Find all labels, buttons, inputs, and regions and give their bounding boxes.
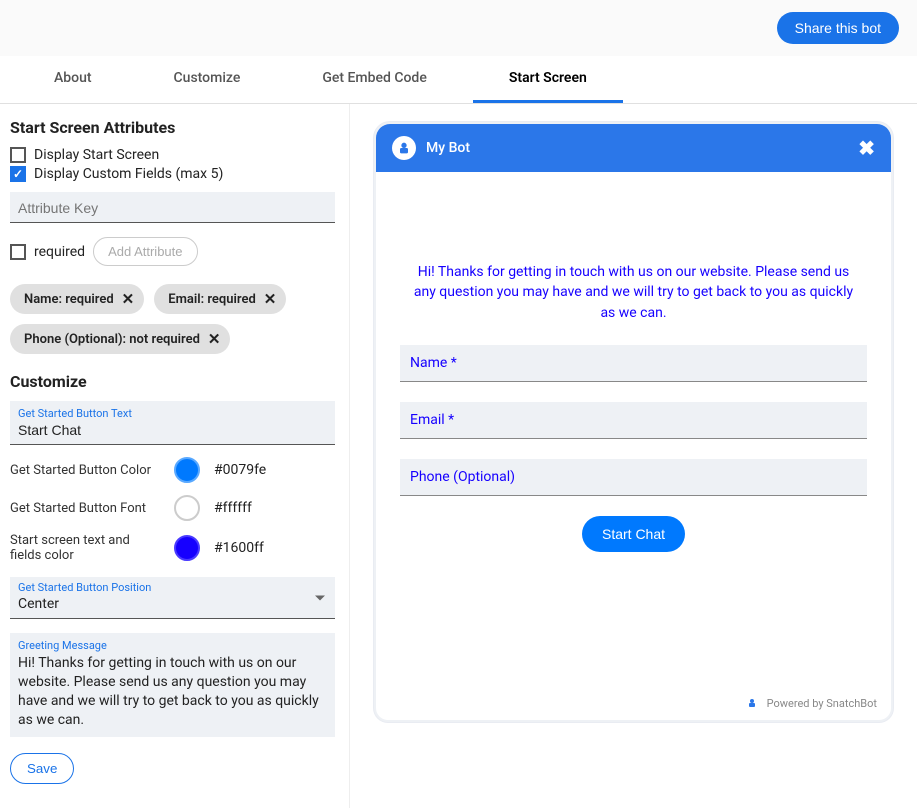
preview-field-phone[interactable]: Phone (Optional)	[400, 459, 867, 496]
button-font-label: Get Started Button Font	[10, 501, 160, 516]
button-text-input[interactable]	[18, 420, 327, 440]
bot-avatar-icon	[392, 136, 416, 160]
chip-phone-text: Phone (Optional): not required	[24, 332, 200, 347]
checkbox-display-custom-fields[interactable]	[10, 166, 26, 182]
preview-field-name[interactable]: Name *	[400, 345, 867, 382]
preview-start-chat-button[interactable]: Start Chat	[582, 516, 685, 552]
section-attributes-title: Start Screen Attributes	[10, 118, 335, 137]
fields-color-value: #1600ff	[214, 540, 264, 556]
chip-email: Email: required ✕	[154, 284, 286, 314]
checkbox-required[interactable]	[10, 244, 26, 260]
share-bot-button[interactable]: Share this bot	[777, 12, 899, 44]
checkbox-required-label: required	[34, 244, 85, 260]
tab-start-screen[interactable]: Start Screen	[473, 56, 623, 103]
chip-email-remove-icon[interactable]: ✕	[264, 290, 277, 308]
section-customize-title: Customize	[10, 372, 335, 391]
fields-color-swatch[interactable]	[174, 535, 200, 561]
greeting-textarea[interactable]: Hi! Thanks for getting in touch with us …	[18, 654, 327, 730]
button-color-label: Get Started Button Color	[10, 463, 160, 478]
chip-email-text: Email: required	[168, 292, 256, 307]
chevron-down-icon	[315, 595, 325, 600]
greeting-label: Greeting Message	[18, 639, 327, 654]
chip-name: Name: required ✕	[10, 284, 144, 314]
preview-greeting: Hi! Thanks for getting in touch with us …	[400, 262, 867, 323]
close-icon[interactable]: ✖	[858, 136, 875, 160]
button-color-swatch[interactable]	[174, 457, 200, 483]
powered-by-text: Powered by SnatchBot	[767, 697, 877, 710]
preview-field-email[interactable]: Email *	[400, 402, 867, 439]
chip-name-remove-icon[interactable]: ✕	[122, 290, 135, 308]
button-font-swatch[interactable]	[174, 495, 200, 521]
button-position-value: Center	[18, 594, 327, 614]
fields-color-label: Start screen text and fields color	[10, 533, 160, 563]
chip-phone: Phone (Optional): not required ✕	[10, 324, 230, 354]
checkbox-display-start-screen[interactable]	[10, 147, 26, 163]
chat-preview: My Bot ✖ Hi! Thanks for getting in touch…	[374, 122, 893, 722]
chip-phone-remove-icon[interactable]: ✕	[208, 330, 221, 348]
attribute-key-input[interactable]	[18, 198, 327, 218]
button-color-value: #0079fe	[214, 462, 266, 478]
checkbox-display-custom-fields-label: Display Custom Fields (max 5)	[34, 166, 223, 182]
chip-name-text: Name: required	[24, 292, 114, 307]
add-attribute-button[interactable]: Add Attribute	[93, 237, 197, 266]
tabs: About Customize Get Embed Code Start Scr…	[0, 56, 917, 104]
button-text-label: Get Started Button Text	[18, 407, 327, 420]
tab-about[interactable]: About	[18, 56, 128, 103]
button-position-label: Get Started Button Position	[18, 581, 327, 594]
tab-get-embed-code[interactable]: Get Embed Code	[286, 56, 463, 103]
powered-by-icon	[743, 694, 761, 712]
button-font-value: #ffffff	[214, 500, 252, 516]
bot-name: My Bot	[426, 140, 848, 156]
tab-customize[interactable]: Customize	[138, 56, 277, 103]
save-button[interactable]: Save	[10, 753, 74, 784]
button-position-select[interactable]: Get Started Button Position Center	[10, 577, 335, 619]
checkbox-display-start-screen-label: Display Start Screen	[34, 147, 159, 163]
